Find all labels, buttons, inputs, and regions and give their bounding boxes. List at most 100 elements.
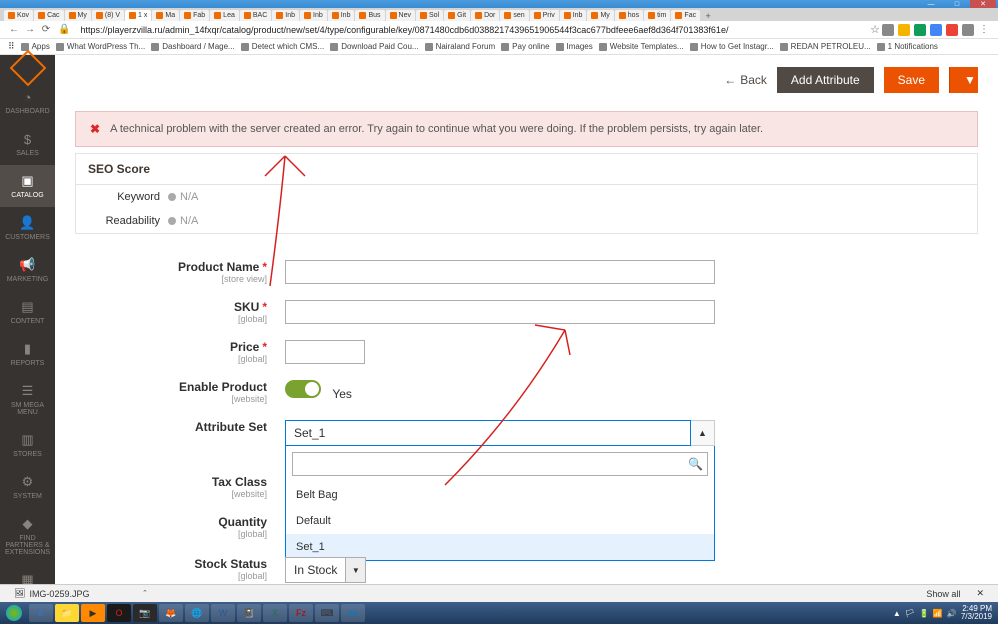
extension-icon[interactable] (882, 24, 894, 36)
magento-logo[interactable] (0, 55, 55, 81)
task-icon[interactable]: 📷 (133, 604, 157, 622)
attribute-set-search-input[interactable] (297, 457, 688, 471)
bookmark-item[interactable]: REDAN PETROLEU... (780, 42, 871, 51)
browser-tab[interactable]: Inb (272, 10, 299, 21)
back-icon[interactable]: ← (6, 22, 22, 38)
sidebar-item[interactable]: 📢MARKETING (0, 249, 55, 291)
browser-tab[interactable]: Git (444, 10, 470, 21)
menu-icon[interactable]: ⋮ (976, 22, 992, 38)
sidebar-item[interactable]: ◆FIND PARTNERS & EXTENSIONS (0, 508, 55, 564)
browser-tab[interactable]: sen (500, 10, 528, 21)
sku-input[interactable] (285, 300, 715, 324)
dropdown-option[interactable]: Belt Bag (286, 482, 714, 508)
browser-tab[interactable]: My (65, 10, 91, 21)
close-download-bar[interactable]: ✕ (970, 586, 990, 601)
extension-icon[interactable] (914, 24, 926, 36)
start-button[interactable] (0, 602, 28, 624)
reload-icon[interactable]: ⟳ (38, 22, 54, 38)
bookmark-item[interactable]: Apps (21, 42, 50, 51)
task-icon[interactable]: 📓 (237, 604, 261, 622)
product-name-input[interactable] (285, 260, 715, 284)
tray-icon[interactable]: 📶 (933, 609, 943, 618)
forward-icon[interactable]: → (22, 22, 38, 38)
sidebar-item[interactable]: ◔DASHBOARD (0, 81, 55, 123)
task-icon[interactable]: ▶ (81, 604, 105, 622)
attribute-set-select[interactable]: Set_1 (285, 420, 691, 446)
extension-icon[interactable] (962, 24, 974, 36)
bookmark-item[interactable]: Pay online (501, 42, 549, 51)
bookmark-item[interactable]: Images (556, 42, 593, 51)
add-attribute-button[interactable]: Add Attribute (777, 67, 874, 93)
sidebar-item[interactable]: 👤CUSTOMERS (0, 207, 55, 249)
task-icon[interactable]: X (263, 604, 287, 622)
browser-tab[interactable]: Lea (210, 10, 239, 21)
task-icon[interactable]: 🦊 (159, 604, 183, 622)
browser-tab[interactable]: Dor (471, 10, 499, 21)
download-item[interactable]: 🖼 IMG-0259.JPG ˆ (8, 586, 152, 601)
task-icon[interactable]: 🌐 (185, 604, 209, 622)
back-button[interactable]: ← Back (724, 73, 767, 87)
sidebar-item[interactable]: ▤CONTENT (0, 291, 55, 333)
save-dropdown-button[interactable]: ▼ (949, 67, 978, 93)
bookmark-item[interactable]: What WordPress Th... (56, 42, 145, 51)
tray-icon[interactable]: ▲ (893, 609, 901, 618)
bookmark-item[interactable]: Download Paid Cou... (330, 42, 418, 51)
clock[interactable]: 2:49 PM 7/3/2019 (961, 605, 992, 621)
task-icon[interactable]: W (211, 604, 235, 622)
bookmark-item[interactable]: 1 Notifications (877, 42, 938, 51)
browser-tab[interactable]: (8) V (92, 10, 124, 21)
attribute-set-arrow[interactable]: ▲ (691, 420, 715, 446)
task-icon[interactable]: e (29, 604, 53, 622)
tray-icon[interactable]: 🔊 (947, 609, 957, 618)
browser-tab[interactable]: Inb (560, 10, 587, 21)
bookmark-item[interactable]: Nairaland Forum (425, 42, 496, 51)
browser-tab[interactable]: Fab (180, 10, 209, 21)
bookmark-star-icon[interactable]: ☆ (870, 23, 880, 36)
sidebar-item[interactable]: ⚙SYSTEM (0, 466, 55, 508)
task-icon[interactable]: Fz (289, 604, 313, 622)
sidebar-item[interactable]: $SALES (0, 123, 55, 165)
task-icon[interactable]: O (107, 604, 131, 622)
browser-tab[interactable]: Cac (34, 10, 63, 21)
sidebar-item[interactable]: ▥STORES (0, 424, 55, 466)
sidebar-item[interactable]: ▣CATALOG (0, 165, 55, 207)
url-input[interactable] (74, 23, 870, 37)
tray-icon[interactable]: 🔋 (919, 609, 929, 618)
maximize-button[interactable]: □ (944, 0, 970, 8)
browser-tab[interactable]: Ma (152, 10, 179, 21)
stock-status-select[interactable]: In Stock (285, 557, 346, 583)
task-icon[interactable]: ⌨ (315, 604, 339, 622)
bookmark-item[interactable]: Website Templates... (599, 42, 684, 51)
sidebar-item[interactable]: ▮REPORTS (0, 333, 55, 375)
minimize-button[interactable]: — (918, 0, 944, 8)
browser-tab[interactable]: Kov (4, 10, 33, 21)
chevron-up-icon[interactable]: ˆ (143, 589, 146, 599)
browser-tab[interactable]: hos (615, 10, 643, 21)
new-tab-button[interactable]: + (701, 10, 715, 21)
browser-tab[interactable]: 1 x (125, 10, 151, 21)
browser-tab[interactable]: Sol (416, 10, 443, 21)
sidebar-item[interactable]: ☰SM MEGA MENU (0, 375, 55, 424)
show-all-button[interactable]: Show all (920, 587, 966, 601)
bookmark-item[interactable]: Dashboard / Mage... (151, 42, 234, 51)
browser-tab[interactable]: Nev (386, 10, 415, 21)
price-input[interactable] (285, 340, 365, 364)
extension-icon[interactable] (930, 24, 942, 36)
stock-status-arrow[interactable]: ▼ (346, 557, 366, 583)
extension-icon[interactable] (946, 24, 958, 36)
browser-tab[interactable]: Bus (355, 10, 384, 21)
close-window-button[interactable]: ✕ (970, 0, 996, 8)
browser-tab[interactable]: tim (644, 10, 670, 21)
bookmark-item[interactable]: How to Get Instagr... (690, 42, 774, 51)
extension-icon[interactable] (898, 24, 910, 36)
bookmark-item[interactable]: Detect which CMS... (241, 42, 324, 51)
tray-icon[interactable]: 🏳 (905, 609, 915, 618)
enable-product-toggle[interactable] (285, 380, 321, 398)
task-icon[interactable]: 📁 (55, 604, 79, 622)
browser-tab[interactable]: Inb (300, 10, 327, 21)
browser-tab[interactable]: Priv (530, 10, 559, 21)
save-button[interactable]: Save (884, 67, 939, 93)
browser-tab[interactable]: Fac (671, 10, 700, 21)
apps-button[interactable]: ⠿ (8, 41, 15, 52)
browser-tab[interactable]: BAC (240, 10, 271, 21)
